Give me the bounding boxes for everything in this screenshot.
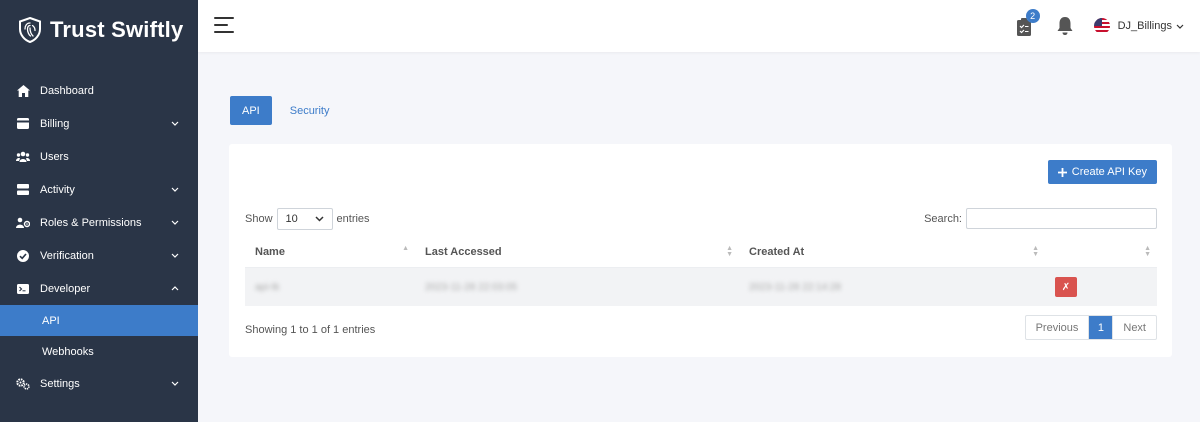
column-header-name[interactable]: Name ▲ xyxy=(245,236,415,268)
sidebar-item-label: Roles & Permissions xyxy=(40,216,142,229)
page-length-select[interactable]: 10 xyxy=(276,208,333,230)
plus-icon xyxy=(1057,167,1067,177)
tab-api[interactable]: API xyxy=(230,96,272,125)
sort-asc-icon: ▲ xyxy=(402,244,409,252)
brand[interactable]: Trust Swiftly xyxy=(0,0,198,60)
sidebar-item-label: Billing xyxy=(40,117,70,130)
sort-icon: ▲ ▼ xyxy=(1032,244,1039,258)
chevron-down-icon xyxy=(315,216,324,222)
pagination-page-1[interactable]: 1 xyxy=(1089,316,1113,339)
header-actions: 2 DJ_Billings xyxy=(1014,0,1184,52)
cell-last-accessed: 2023-11-28 22:03:05 xyxy=(425,281,518,293)
chevron-down-icon xyxy=(170,379,180,389)
chevron-down-icon xyxy=(170,218,180,228)
users-icon xyxy=(16,150,30,164)
pagination-previous[interactable]: Previous xyxy=(1026,316,1090,339)
api-tabs: API Security xyxy=(230,96,341,125)
entries-label: entries xyxy=(336,213,370,225)
chevron-down-icon xyxy=(170,185,180,195)
verification-icon xyxy=(16,249,30,263)
sidebar-subitem-label: API xyxy=(42,314,60,327)
table-row[interactable]: api-tk 2023-11-28 22:03:05 2023-11-28 22… xyxy=(245,268,1157,306)
bell-icon[interactable] xyxy=(1056,16,1074,36)
sidebar-subitem-label: Webhooks xyxy=(42,345,94,358)
delete-key-button[interactable]: ✗ xyxy=(1055,277,1077,297)
sidebar: Trust Swiftly Dashboard Billing Users Ac… xyxy=(0,0,198,422)
tasks-button[interactable]: 2 xyxy=(1014,9,1040,37)
sidebar-item-verification[interactable]: Verification xyxy=(0,239,198,272)
username: DJ_Billings xyxy=(1117,20,1172,32)
sidebar-subitem-api[interactable]: API xyxy=(0,305,198,336)
column-header-created-at[interactable]: Created At ▲ ▼ xyxy=(739,236,1045,268)
billing-icon xyxy=(16,117,30,131)
menu-toggle-icon[interactable] xyxy=(214,17,234,35)
create-api-key-button[interactable]: Create API Key xyxy=(1047,160,1157,184)
show-label: Show xyxy=(245,213,273,225)
sort-icon: ▲ ▼ xyxy=(726,244,733,258)
api-keys-card: Create API Key Show 10 entries Search: N… xyxy=(229,144,1172,357)
cell-created-at: 2023-11-28 22:14:28 xyxy=(749,281,842,293)
search-label: Search: xyxy=(924,212,962,225)
pagination-next[interactable]: Next xyxy=(1112,316,1156,339)
shield-logo-icon xyxy=(19,17,41,43)
chevron-up-icon xyxy=(170,284,180,294)
sort-icon: ▲ ▼ xyxy=(1144,244,1151,258)
sidebar-item-developer[interactable]: Developer xyxy=(0,272,198,305)
developer-icon xyxy=(16,282,30,296)
roles-icon xyxy=(16,216,30,230)
search-input[interactable] xyxy=(966,208,1157,229)
top-header: 2 DJ_Billings xyxy=(198,0,1200,52)
sidebar-item-label: Developer xyxy=(40,282,91,295)
create-api-key-label: Create API Key xyxy=(1071,166,1147,178)
sidebar-item-dashboard[interactable]: Dashboard xyxy=(0,74,198,107)
page-length-control: Show 10 entries xyxy=(245,208,370,230)
page-length-value: 10 xyxy=(285,213,298,225)
sidebar-item-label: Verification xyxy=(40,249,94,262)
cell-name: api-tk xyxy=(255,281,280,293)
us-flag-icon[interactable] xyxy=(1093,18,1110,34)
sidebar-nav: Dashboard Billing Users Activity Roles &… xyxy=(0,74,198,400)
user-menu[interactable]: DJ_Billings xyxy=(1118,20,1184,32)
sidebar-item-billing[interactable]: Billing xyxy=(0,107,198,140)
tasks-badge: 2 xyxy=(1025,9,1040,23)
pagination: Previous 1 Next xyxy=(1024,315,1157,340)
column-header-last-accessed[interactable]: Last Accessed ▲ ▼ xyxy=(415,236,739,268)
home-icon xyxy=(16,84,30,98)
activity-icon xyxy=(16,183,30,197)
cell-actions: ✗ xyxy=(1045,268,1157,306)
table-info: Showing 1 to 1 of 1 entries xyxy=(245,324,376,336)
sidebar-item-label: Activity xyxy=(40,183,75,196)
sidebar-item-settings[interactable]: Settings xyxy=(0,367,198,400)
table-search: Search: xyxy=(924,208,1157,229)
table-header: Name ▲ Last Accessed ▲ ▼ Created At ▲ ▼ ▲ ▼ xyxy=(245,236,1157,268)
chevron-down-icon xyxy=(170,119,180,129)
sidebar-item-roles-permissions[interactable]: Roles & Permissions xyxy=(0,206,198,239)
api-keys-table: Name ▲ Last Accessed ▲ ▼ Created At ▲ ▼ ▲ ▼… xyxy=(245,236,1157,306)
sidebar-item-activity[interactable]: Activity xyxy=(0,173,198,206)
tab-security[interactable]: Security xyxy=(278,96,342,125)
sidebar-item-label: Dashboard xyxy=(40,84,94,97)
sidebar-subitem-webhooks[interactable]: Webhooks xyxy=(0,336,198,367)
sidebar-item-label: Users xyxy=(40,150,69,163)
chevron-down-icon xyxy=(170,251,180,261)
sidebar-item-users[interactable]: Users xyxy=(0,140,198,173)
brand-name: Trust Swiftly xyxy=(50,17,184,42)
chevron-down-icon xyxy=(1176,24,1184,29)
sidebar-item-label: Settings xyxy=(40,377,80,390)
column-header-actions[interactable]: ▲ ▼ xyxy=(1045,236,1157,268)
settings-icon xyxy=(16,377,30,391)
